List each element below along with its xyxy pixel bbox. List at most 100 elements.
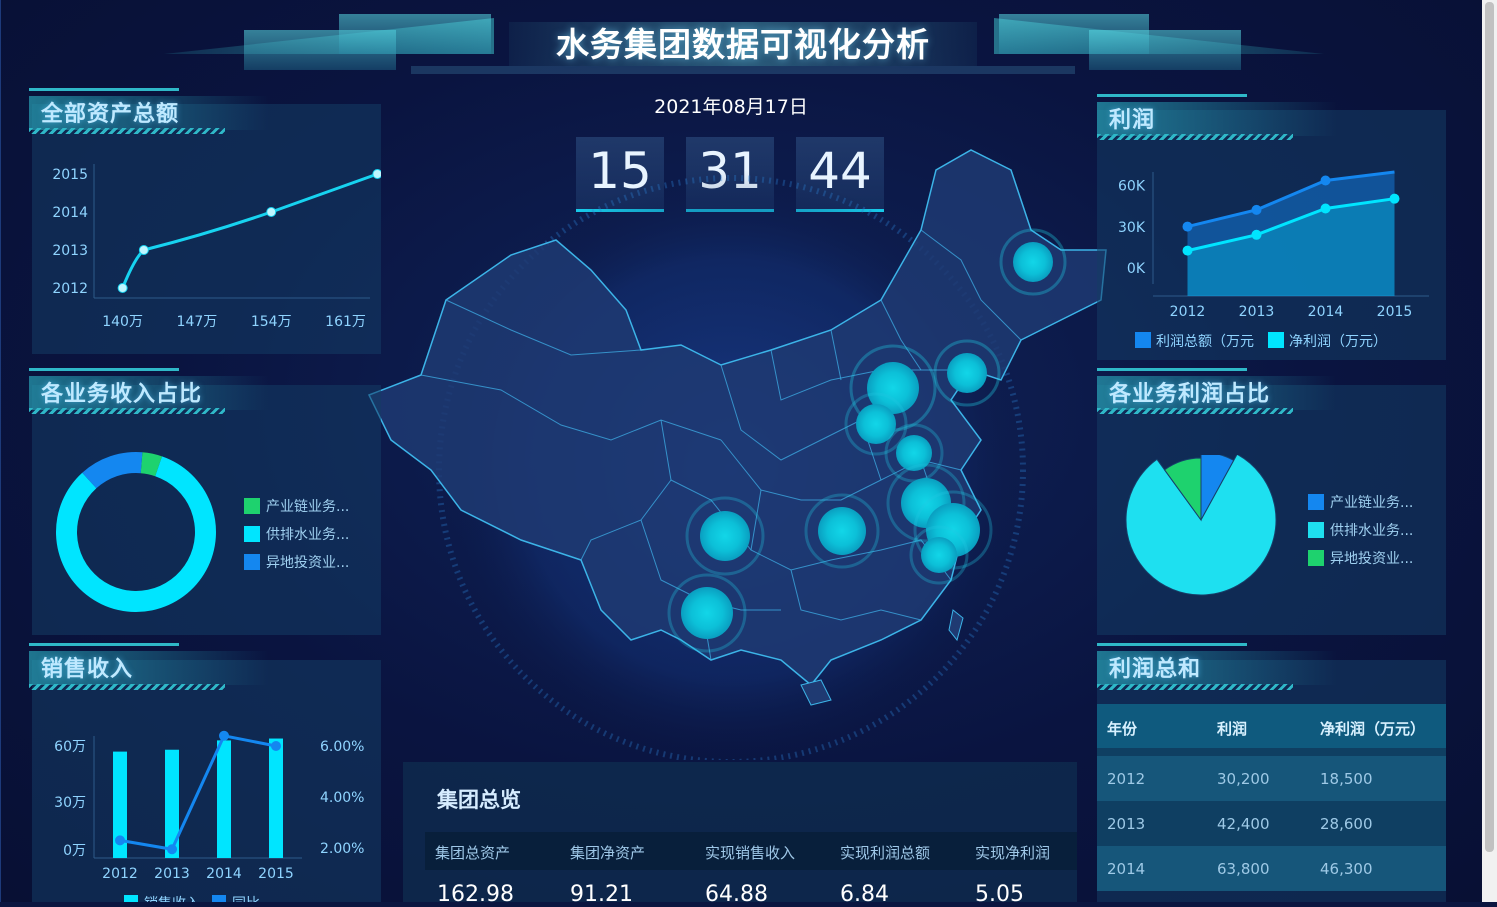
dashboard-page: 水务集团数据可视化分析 2021年08月17日 15 31 44 — [0, 0, 1483, 907]
legend-swatch — [1308, 522, 1324, 538]
legend-label: 供排水业务... — [1330, 523, 1414, 539]
profit-title: 利润 — [1109, 108, 1156, 133]
overview-title: 集团总览 — [437, 788, 521, 812]
legend-label: 异地投资业... — [1330, 551, 1414, 567]
profit-sum-table: 年份 利润 净利润（万元） 2012 30,200 18,500 2013 42… — [1097, 704, 1446, 891]
legend-item[interactable]: 供排水业务... — [244, 520, 349, 548]
legend-label: 供排水业务... — [266, 527, 350, 543]
column-header: 年份 — [1107, 720, 1138, 738]
series-line — [121, 172, 378, 289]
x-tick-label: 2012 — [102, 866, 138, 882]
business-income-title: 各业务收入占比 — [41, 382, 203, 407]
overview-col: 实现利润总额 — [840, 844, 931, 862]
y-right-tick-label: 4.00% — [320, 790, 364, 806]
sales-revenue-chart: 0万 30万 60万 2.00% 4.00% 6.00% 2012 2013 2014 2015 销… — [54, 730, 364, 902]
data-point — [266, 207, 277, 217]
legend-item[interactable]: 供排水业务... — [1308, 516, 1413, 544]
yoy-point — [167, 844, 177, 855]
profit-point — [1251, 204, 1262, 215]
header-deco-block — [1089, 30, 1241, 70]
legend-swatch — [244, 554, 260, 570]
legend-swatch — [244, 498, 260, 514]
total-assets-chart: 2012 2013 2014 2015 140万 147万 154万 161万 — [52, 164, 381, 330]
x-tick-label: 2013 — [154, 866, 190, 882]
overview-value: 162.98 — [437, 882, 514, 907]
y-left-tick-label: 0万 — [63, 843, 86, 859]
yoy-point — [115, 835, 125, 846]
y-tick-label: 2012 — [52, 281, 88, 297]
x-tick-label: 2014 — [206, 866, 242, 882]
legend-swatch — [212, 895, 226, 902]
y-tick-label: 30K — [1118, 220, 1146, 236]
panel-title-hatch — [29, 684, 225, 690]
legend-item[interactable]: 异地投资业... — [244, 548, 349, 576]
panel-title-hatch — [1097, 134, 1293, 140]
overview-value: 64.88 — [705, 882, 768, 907]
sales-revenue-title: 销售收入 — [41, 657, 134, 682]
panel-title-line — [29, 368, 179, 371]
profit-chart: 0K 30K 60K 2012 2013 2014 2015 利润总额（万元 净利润（万元） — [1118, 170, 1429, 350]
cell-year: 2014 — [1107, 860, 1146, 878]
business-profit-legend: 产业链业务... 供排水业务... 异地投资业... — [1308, 488, 1413, 572]
table-row[interactable]: 2014 63,800 46,300 — [1097, 846, 1446, 891]
legend-label: 产业链业务... — [1330, 495, 1414, 511]
group-overview-panel: 集团总览 集团总资产 集团净资产 实现销售收入 实现利润总额 实现净利润 162… — [403, 762, 1077, 907]
overview-col: 集团净资产 — [570, 844, 646, 862]
overview-header: 集团总资产 集团净资产 实现销售收入 实现利润总额 实现净利润 — [425, 832, 1077, 870]
table-row[interactable]: 2012 30,200 18,500 — [1097, 756, 1446, 801]
sales-bar — [217, 740, 231, 858]
panel-title-line — [29, 88, 179, 91]
legend-label: 同比 — [232, 896, 260, 902]
net-profit-point — [1389, 193, 1400, 204]
yoy-point — [271, 741, 281, 751]
profit-point — [1320, 175, 1331, 186]
legend-item[interactable]: 产业链业务... — [244, 492, 349, 520]
profit-sum-title: 利润总和 — [1109, 657, 1202, 682]
legend-swatch — [1308, 494, 1324, 510]
business-income-donut — [55, 452, 217, 612]
overview-value: 91.21 — [570, 882, 633, 907]
overview-col: 实现销售收入 — [705, 844, 796, 862]
data-point — [138, 245, 149, 255]
profit-point — [1182, 221, 1193, 232]
scrollbar-thumb[interactable] — [1485, 2, 1494, 852]
legend-label: 利润总额（万元 — [1156, 334, 1254, 350]
y-right-tick-label: 2.00% — [320, 841, 364, 857]
legend-item[interactable]: 产业链业务... — [1308, 488, 1413, 516]
cell-net-profit: 46,300 — [1320, 860, 1373, 878]
legend-label: 异地投资业... — [266, 555, 350, 571]
legend-swatch — [244, 526, 260, 542]
y-tick-label: 60K — [1118, 179, 1146, 195]
panel-title-hatch — [1097, 684, 1293, 690]
x-tick-label: 161万 — [325, 314, 366, 330]
x-tick-label: 2015 — [258, 866, 294, 882]
y-right-tick-label: 6.00% — [320, 739, 364, 755]
column-header: 利润 — [1217, 720, 1248, 738]
panel-title-hatch — [29, 128, 225, 134]
x-tick-label: 154万 — [251, 314, 292, 330]
y-tick-label: 2014 — [52, 205, 88, 221]
net-profit-point — [1251, 229, 1262, 240]
table-row[interactable]: 2013 42,400 28,600 — [1097, 801, 1446, 846]
page-title: 水务集团数据可视化分析 — [556, 25, 930, 64]
yoy-line — [119, 734, 277, 851]
y-left-tick-label: 30万 — [54, 795, 86, 811]
cell-net-profit: 28,600 — [1320, 815, 1373, 833]
legend-label: 销售收入 — [144, 896, 200, 902]
vertical-scrollbar[interactable] — [1482, 0, 1497, 902]
legend-swatch — [1268, 332, 1284, 348]
legend-item[interactable]: 异地投资业... — [1308, 544, 1413, 572]
yoy-point — [219, 730, 229, 741]
table-spacer — [1097, 748, 1446, 756]
x-tick-label: 2015 — [1377, 304, 1413, 320]
sales-bar — [269, 738, 283, 858]
column-header: 净利润（万元） — [1320, 720, 1426, 738]
x-tick-label: 140万 — [102, 314, 143, 330]
overview-value: 5.05 — [975, 882, 1024, 907]
panel-title-line — [1097, 368, 1247, 371]
business-income-legend: 产业链业务... 供排水业务... 异地投资业... — [244, 492, 349, 576]
y-tick-label: 0K — [1127, 261, 1146, 277]
china-map[interactable] — [361, 140, 1131, 760]
panel-title-line — [1097, 94, 1247, 97]
legend-swatch — [124, 895, 138, 902]
